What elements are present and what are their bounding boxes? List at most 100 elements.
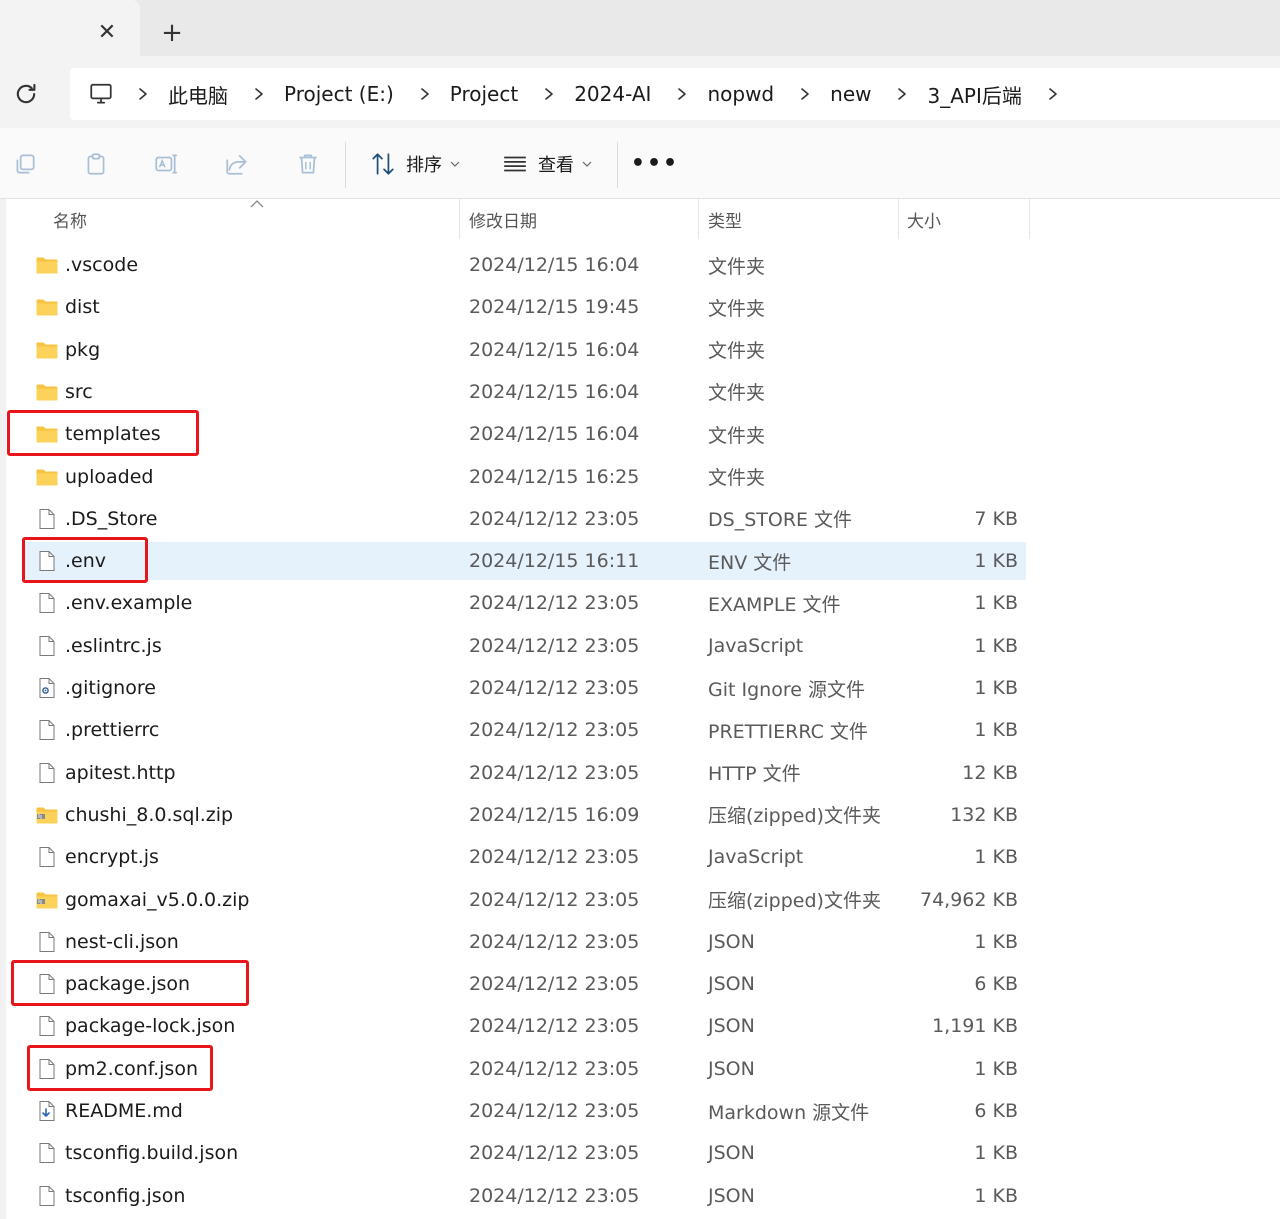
- new-tab-button[interactable]: +: [158, 19, 186, 47]
- file-type: DS_STORE 文件: [708, 509, 853, 532]
- file-type: EXAMPLE 文件: [708, 593, 841, 616]
- breadcrumb-item[interactable]: 3_API后端: [927, 80, 1021, 109]
- tab-strip: ✕ +: [0, 0, 1280, 56]
- file-name: pkg: [65, 338, 101, 361]
- file-icon: [39, 508, 55, 529]
- breadcrumb-chevron-icon[interactable]: [418, 87, 432, 101]
- breadcrumb-chevron-icon[interactable]: [895, 87, 909, 101]
- file-type: JSON: [708, 930, 755, 953]
- zip-folder-icon: [36, 892, 58, 908]
- more-options-button[interactable]: •••: [631, 148, 677, 178]
- close-tab-icon[interactable]: ✕: [94, 19, 120, 45]
- breadcrumb-item[interactable]: 此电脑: [168, 80, 228, 109]
- breadcrumb-chevron-icon[interactable]: [798, 87, 812, 101]
- file-type: ENV 文件: [708, 551, 792, 574]
- file-size: 1 KB: [974, 634, 1018, 657]
- file-row[interactable]: .vscode 2024/12/15 16:04 文件夹: [22, 246, 1026, 284]
- file-name: .DS_Store: [65, 507, 158, 530]
- file-date: 2024/12/12 23:05: [469, 1100, 640, 1122]
- file-type: Markdown 源文件: [708, 1101, 870, 1124]
- file-name: chushi_8.0.sql.zip: [65, 803, 234, 826]
- zip-folder-icon: [36, 807, 58, 824]
- file-type: 文件夹: [708, 382, 766, 405]
- file-name: package-lock.json: [65, 1015, 236, 1038]
- file-type: JSON: [708, 1057, 755, 1080]
- column-divider[interactable]: [459, 199, 460, 239]
- highlight-box: [7, 410, 199, 457]
- file-row[interactable]: tsconfig.json 2024/12/12 23:05 JSON 1 KB: [22, 1177, 1026, 1215]
- file-row[interactable]: .env.example 2024/12/12 23:05 EXAMPLE 文件 1 …: [22, 584, 1026, 622]
- file-row[interactable]: tsconfig.build.json 2024/12/12 23:05 JSON 1…: [22, 1134, 1026, 1172]
- file-type: Git Ignore 源文件: [708, 678, 865, 701]
- file-row[interactable]: .prettierrc 2024/12/12 23:05 PRETTIERRC 文件…: [22, 711, 1026, 749]
- file-row[interactable]: gomaxai_v5.0.0.zip 2024/12/12 23:05 压缩(zip…: [22, 881, 1026, 919]
- file-row[interactable]: nest-cli.json 2024/12/12 23:05 JSON 1 KB: [22, 923, 1026, 961]
- breadcrumb-chevron-icon[interactable]: [252, 87, 266, 101]
- paste-icon[interactable]: [83, 151, 109, 177]
- share-icon[interactable]: [224, 151, 250, 177]
- breadcrumb-chevron-icon[interactable]: [542, 87, 556, 101]
- column-header-name[interactable]: 名称: [53, 199, 87, 239]
- file-name: .env.example: [65, 592, 193, 615]
- file-row[interactable]: pkg 2024/12/15 16:04 文件夹: [22, 331, 1026, 369]
- column-divider[interactable]: [898, 199, 899, 239]
- file-row[interactable]: README.md 2024/12/12 23:05 Markdown 源文件 6 K…: [22, 1092, 1026, 1130]
- breadcrumb-chevron-icon[interactable]: [675, 87, 689, 101]
- file-name: .gitignore: [65, 677, 156, 699]
- file-size: 1 KB: [974, 1142, 1018, 1165]
- breadcrumb-item[interactable]: nopwd: [707, 82, 774, 106]
- file-name: src: [65, 380, 93, 403]
- refresh-icon[interactable]: [12, 80, 40, 108]
- column-divider[interactable]: [698, 199, 699, 239]
- file-row[interactable]: .eslintrc.js 2024/12/12 23:05 JavaScript 1 …: [22, 627, 1026, 665]
- command-bar: 排序 查看 •••: [0, 128, 1280, 199]
- file-row[interactable]: .gitignore 2024/12/12 23:05 Git Ignore 源文件…: [22, 669, 1026, 707]
- file-row-selected[interactable]: .env 2024/12/15 16:11 ENV 文件 1 KB: [22, 542, 1026, 581]
- file-row[interactable]: src 2024/12/15 16:04 文件夹: [22, 373, 1026, 411]
- breadcrumb-item[interactable]: Project (E:): [284, 82, 394, 106]
- sort-label: 排序: [406, 155, 442, 176]
- breadcrumb-item[interactable]: Project: [450, 82, 518, 106]
- file-date: 2024/12/12 23:05: [469, 930, 640, 953]
- column-header-size[interactable]: 大小: [907, 199, 941, 239]
- column-header-type[interactable]: 类型: [708, 199, 742, 239]
- file-row[interactable]: package-lock.json 2024/12/12 23:05 JSON 1,1…: [22, 1007, 1026, 1045]
- file-name: gomaxai_v5.0.0.zip: [65, 888, 250, 911]
- file-type: 文件夹: [708, 340, 766, 363]
- computer-icon[interactable]: [88, 81, 114, 107]
- file-size: 1 KB: [974, 846, 1018, 869]
- breadcrumb-item[interactable]: new: [830, 82, 871, 106]
- file-date: 2024/12/12 23:05: [469, 846, 640, 869]
- file-row[interactable]: uploaded 2024/12/15 16:25 文件夹: [22, 458, 1026, 496]
- address-bar[interactable]: 此电脑 Project (E:) Project 2024-AI nopwd new 3_A…: [70, 68, 1280, 120]
- breadcrumb-chevron-icon[interactable]: [136, 87, 150, 101]
- file-name: .vscode: [65, 254, 139, 276]
- delete-icon[interactable]: [295, 151, 321, 177]
- file-name: tsconfig.build.json: [65, 1142, 239, 1165]
- file-row[interactable]: .DS_Store 2024/12/12 23:05 DS_STORE 文件 7 KB: [22, 500, 1026, 538]
- view-button[interactable]: 查看: [502, 148, 592, 180]
- column-divider[interactable]: [1029, 199, 1030, 239]
- file-row[interactable]: dist 2024/12/15 19:45 文件夹: [22, 288, 1026, 326]
- file-icon: [39, 762, 55, 783]
- sort-ascending-icon: [250, 200, 264, 208]
- folder-icon: [36, 299, 58, 316]
- file-type: 文件夹: [708, 467, 766, 489]
- file-icon: [39, 635, 55, 656]
- active-tab[interactable]: ✕: [0, 0, 140, 56]
- column-header: 名称 修改日期 类型 大小: [6, 199, 1030, 239]
- rename-icon[interactable]: [153, 151, 179, 177]
- file-name: uploaded: [65, 465, 154, 488]
- breadcrumb-chevron-icon[interactable]: [1046, 87, 1060, 101]
- copy-icon[interactable]: [12, 151, 38, 177]
- file-row[interactable]: apitest.http 2024/12/12 23:05 HTTP 文件 12 KB: [22, 754, 1026, 792]
- file-row[interactable]: chushi_8.0.sql.zip 2024/12/15 16:09 压缩(zip…: [22, 796, 1026, 834]
- file-type: JSON: [708, 1015, 755, 1038]
- file-icon: [39, 931, 55, 952]
- file-icon: [39, 847, 55, 868]
- column-header-date[interactable]: 修改日期: [469, 199, 537, 239]
- sort-button[interactable]: 排序: [370, 148, 460, 180]
- breadcrumb-item[interactable]: 2024-AI: [574, 82, 651, 106]
- file-size: 6 KB: [974, 973, 1018, 996]
- file-row[interactable]: encrypt.js 2024/12/12 23:05 JavaScript 1 KB: [22, 838, 1026, 876]
